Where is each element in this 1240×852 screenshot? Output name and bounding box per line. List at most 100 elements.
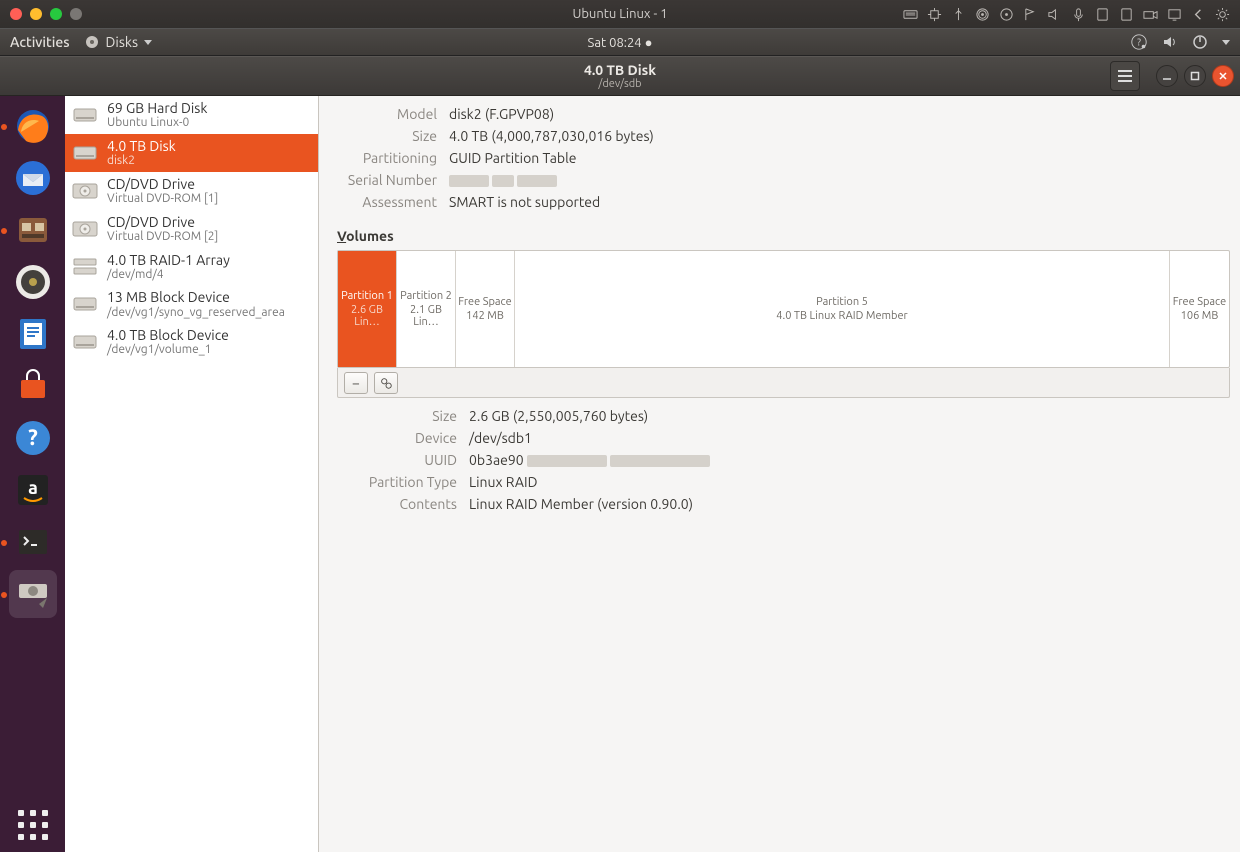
volume-name: Partition 2 [400,290,452,302]
value-model: disk2 (F.GPVP08) [449,106,1240,122]
minimize-button[interactable] [1156,65,1178,87]
label-psize: Size [337,408,457,424]
device-item[interactable]: 4.0 TB Block Device /dev/vg1/volume_1 [65,323,318,361]
disk-detail-pane: Model disk2 (F.GPVP08) Size 4.0 TB (4,00… [319,96,1240,852]
value-device: /dev/sdb1 [469,430,1240,446]
clock[interactable]: Sat 08:24 ● [0,35,1240,50]
device-subtitle: Virtual DVD-ROM [2] [107,230,218,244]
device-item[interactable]: CD/DVD Drive Virtual DVD-ROM [1] [65,172,318,210]
device-list: 69 GB Hard Disk Ubuntu Linux-0 4.0 TB Di… [65,96,319,852]
device-text: 4.0 TB Disk disk2 [107,138,176,168]
device-text: 69 GB Hard Disk Ubuntu Linux-0 [107,100,207,130]
device-item[interactable]: CD/DVD Drive Virtual DVD-ROM [2] [65,210,318,248]
drive-icon [71,217,99,241]
header-title: 4.0 TB Disk [584,62,656,78]
dock-amazon[interactable]: a [9,466,57,514]
volume-sub: 2.1 GB Lin… [399,304,453,328]
disk-properties: Model disk2 (F.GPVP08) Size 4.0 TB (4,00… [337,106,1240,210]
device-subtitle: /dev/vg1/syno_vg_reserved_area [107,306,285,320]
volume-sub: 106 MB [1181,310,1219,322]
volume-segment[interactable]: Free Space 142 MB [456,251,515,367]
label-size: Size [337,128,437,144]
volume-layout: Partition 1 2.6 GB Lin…Partition 2 2.1 G… [337,250,1230,368]
label-serial: Serial Number [337,172,437,188]
volume-name: Free Space [458,296,511,308]
svg-text:?: ? [28,425,38,450]
dock-files[interactable] [9,206,57,254]
device-item[interactable]: 4.0 TB Disk disk2 [65,134,318,172]
drive-icon [71,103,99,127]
device-text: 4.0 TB Block Device /dev/vg1/volume_1 [107,327,229,357]
label-assessment: Assessment [337,194,437,210]
device-title: CD/DVD Drive [107,214,218,230]
device-subtitle: /dev/md/4 [107,268,230,282]
device-text: CD/DVD Drive Virtual DVD-ROM [2] [107,214,218,244]
drive-icon [71,330,99,354]
drive-icon [71,292,99,316]
label-contents: Contents [337,496,457,512]
hamburger-menu-button[interactable] [1110,61,1140,91]
vm-titlebar: Ubuntu Linux - 1 [0,0,1240,28]
device-text: 4.0 TB RAID-1 Array /dev/md/4 [107,252,230,282]
partition-options-button[interactable] [374,372,398,394]
device-text: CD/DVD Drive Virtual DVD-ROM [1] [107,176,218,206]
label-partitioning: Partitioning [337,150,437,166]
volume-segment[interactable]: Partition 5 4.0 TB Linux RAID Member [515,251,1170,367]
device-item[interactable]: 4.0 TB RAID-1 Array /dev/md/4 [65,248,318,286]
device-title: 4.0 TB RAID-1 Array [107,252,230,268]
device-subtitle: Virtual DVD-ROM [1] [107,192,218,206]
volume-name: Free Space [1173,296,1226,308]
vm-title: Ubuntu Linux - 1 [0,7,1240,21]
dock-rhythmbox[interactable] [9,258,57,306]
label-ptype: Partition Type [337,474,457,490]
dock-libreoffice-writer[interactable] [9,310,57,358]
device-title: 4.0 TB Disk [107,138,176,154]
svg-text:a: a [28,478,38,498]
drive-icon [71,179,99,203]
value-psize: 2.6 GB (2,550,005,760 bytes) [469,408,1240,424]
drive-icon [71,141,99,165]
volume-segment[interactable]: Partition 1 2.6 GB Lin… [338,251,397,367]
dock-terminal[interactable] [9,518,57,566]
header-title-block: 4.0 TB Disk /dev/sdb [584,62,656,91]
device-item[interactable]: 69 GB Hard Disk Ubuntu Linux-0 [65,96,318,134]
label-uuid: UUID [337,452,457,468]
dock-help[interactable]: ? [9,414,57,462]
partition-properties: Size 2.6 GB (2,550,005,760 bytes) Device… [337,408,1240,512]
gnome-top-bar: Activities Disks Sat 08:24 ● ? [0,28,1240,56]
device-text: 13 MB Block Device /dev/vg1/syno_vg_rese… [107,289,285,319]
volume-sub: 2.6 GB Lin… [340,304,394,328]
delete-partition-button[interactable]: − [344,372,368,394]
header-subtitle: /dev/sdb [584,78,656,91]
label-device: Device [337,430,457,446]
maximize-button[interactable] [1184,65,1206,87]
value-contents: Linux RAID Member (version 0.90.0) [469,496,1240,512]
ubuntu-dock: ? a [0,96,65,852]
device-subtitle: disk2 [107,154,176,168]
volume-name: Partition 1 [341,290,393,302]
volume-segment[interactable]: Free Space 106 MB [1170,251,1229,367]
value-serial [449,172,1240,188]
volume-segment[interactable]: Partition 2 2.1 GB Lin… [397,251,456,367]
volumes-heading: Volumes [337,228,1240,244]
device-title: 69 GB Hard Disk [107,100,207,116]
device-title: CD/DVD Drive [107,176,218,192]
volume-name: Partition 5 [816,296,868,308]
close-button[interactable] [1212,65,1234,87]
window-headerbar: 4.0 TB Disk /dev/sdb [0,56,1240,96]
device-subtitle: /dev/vg1/volume_1 [107,343,229,357]
dock-thunderbird[interactable] [9,154,57,202]
volume-sub: 142 MB [466,310,504,322]
device-subtitle: Ubuntu Linux-0 [107,116,207,130]
value-ptype: Linux RAID [469,474,1240,490]
value-uuid: 0b3ae90 [469,452,1240,468]
value-partitioning: GUID Partition Table [449,150,1240,166]
show-applications-button[interactable] [18,810,48,840]
dock-disks-active[interactable] [9,570,57,618]
dock-firefox[interactable] [9,102,57,150]
dock-software[interactable] [9,362,57,410]
device-item[interactable]: 13 MB Block Device /dev/vg1/syno_vg_rese… [65,285,318,323]
label-model: Model [337,106,437,122]
disks-window: 69 GB Hard Disk Ubuntu Linux-0 4.0 TB Di… [65,96,1240,852]
device-title: 4.0 TB Block Device [107,327,229,343]
